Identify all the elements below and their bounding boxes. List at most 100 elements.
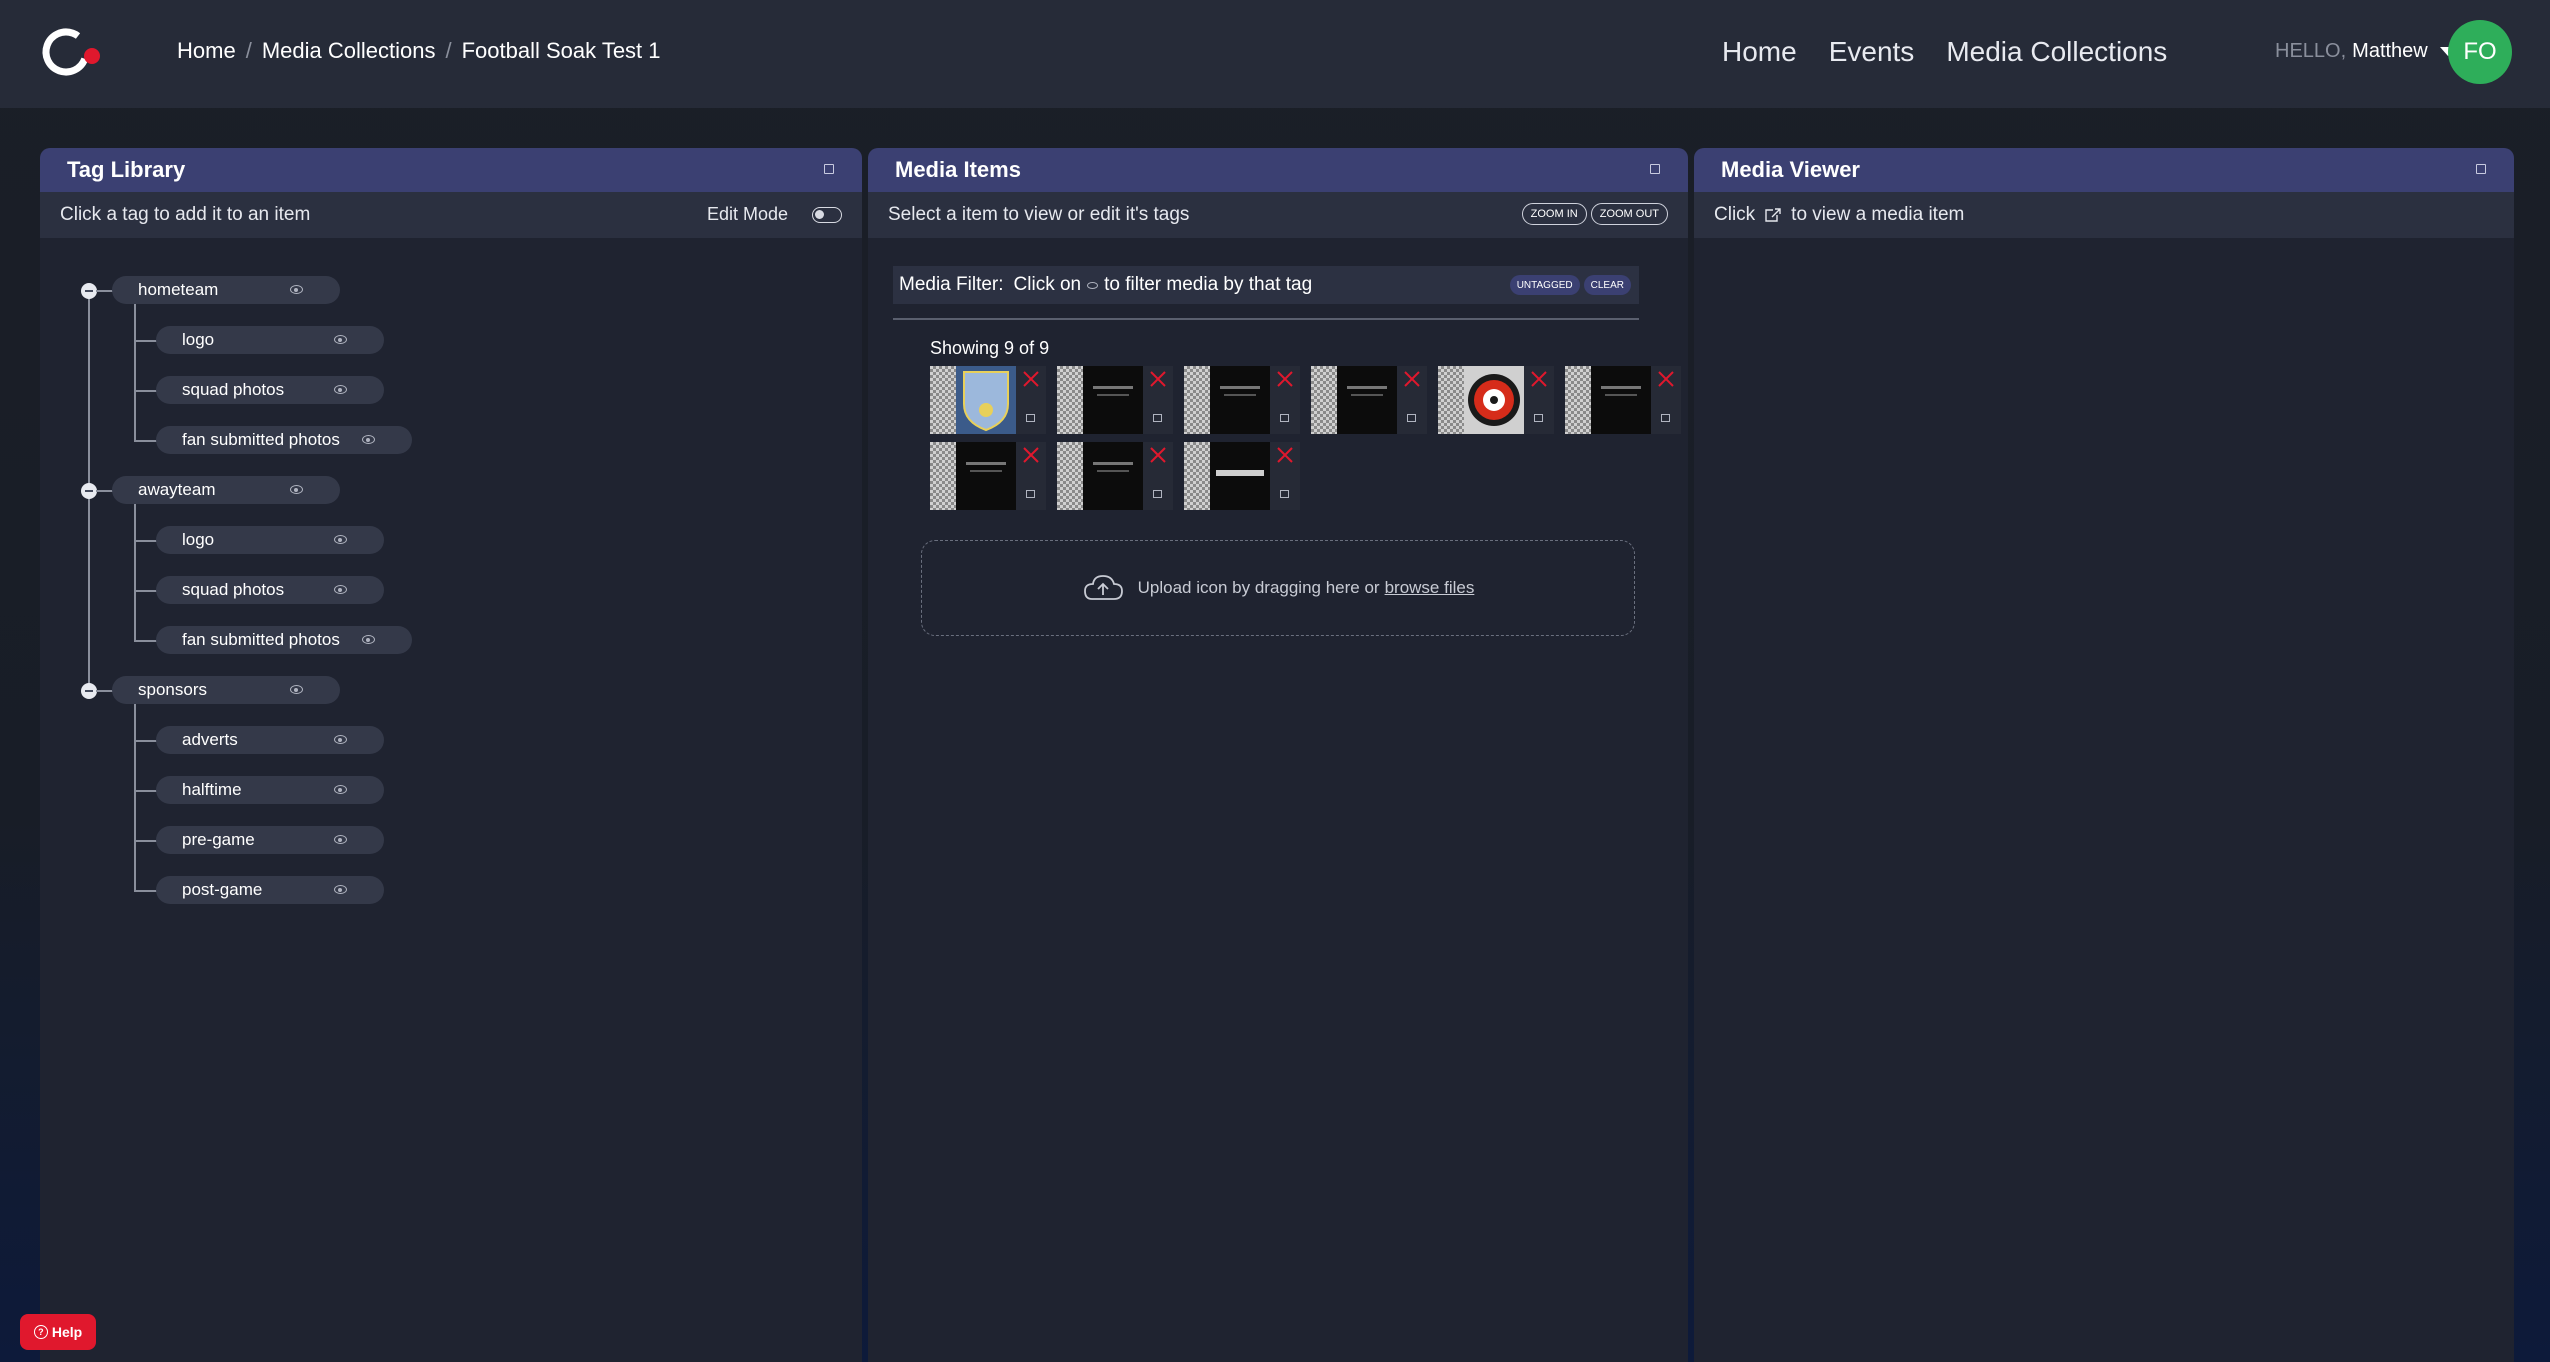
media-item[interactable] <box>1565 366 1681 434</box>
avatar[interactable]: FO <box>2448 20 2512 84</box>
tag-label: sponsors <box>138 680 207 699</box>
open-icon[interactable] <box>1280 414 1289 422</box>
open-icon[interactable] <box>1153 490 1162 498</box>
upload-dropzone[interactable]: Upload icon by dragging here or browse f… <box>921 540 1635 636</box>
delete-icon[interactable] <box>1656 369 1676 389</box>
tag-label: fan submitted photos <box>182 430 340 449</box>
media-item[interactable] <box>1311 366 1427 434</box>
tag-item-adverts[interactable]: adverts <box>156 726 384 754</box>
tag-item-post-game[interactable]: post-game <box>156 876 384 904</box>
media-items-hint: Select a item to view or edit it's tags <box>888 204 1190 225</box>
media-thumbnail <box>1210 442 1270 510</box>
collapse-icon[interactable] <box>81 483 97 499</box>
delete-icon[interactable] <box>1275 369 1295 389</box>
open-icon[interactable] <box>1407 414 1416 422</box>
eye-icon[interactable] <box>334 785 347 794</box>
help-icon: ? <box>33 1325 48 1339</box>
eye-icon[interactable] <box>334 385 347 394</box>
eye-icon[interactable] <box>334 885 347 894</box>
eye-icon[interactable] <box>290 485 303 494</box>
eye-icon[interactable] <box>334 335 347 344</box>
upload-text: Upload icon by dragging here or <box>1137 578 1380 597</box>
open-icon[interactable] <box>1280 490 1289 498</box>
panel-title: Media Viewer <box>1721 157 1860 182</box>
tag-group-sponsors[interactable]: sponsors <box>112 676 340 704</box>
eye-icon[interactable] <box>290 285 303 294</box>
breadcrumb-home[interactable]: Home <box>177 38 236 64</box>
tag-item-logo[interactable]: logo <box>156 526 384 554</box>
tag-item-pre-game[interactable]: pre-game <box>156 826 384 854</box>
open-icon[interactable] <box>1534 414 1543 422</box>
delete-icon[interactable] <box>1021 445 1041 465</box>
showing-count: Showing 9 of 9 <box>930 338 1050 358</box>
eye-icon[interactable] <box>290 685 303 694</box>
tag-label: logo <box>182 530 215 549</box>
tag-item-squad-photos[interactable]: squad photos <box>156 576 384 604</box>
tag-item-squad-photos[interactable]: squad photos <box>156 376 384 404</box>
media-thumbnail <box>956 366 1016 434</box>
media-thumbnail <box>1337 366 1397 434</box>
delete-icon[interactable] <box>1275 445 1295 465</box>
media-filter-bar: Media Filter: Click on to filter media b… <box>893 266 1639 304</box>
tag-item-logo[interactable]: logo <box>156 326 384 354</box>
clear-button[interactable]: CLEAR <box>1583 275 1631 295</box>
media-item[interactable] <box>1184 366 1300 434</box>
tag-label: halftime <box>182 780 242 799</box>
nav-media-collections[interactable]: Media Collections <box>1946 36 2167 68</box>
tag-library-hint: Click a tag to add it to an item <box>60 204 311 225</box>
media-item[interactable] <box>930 442 1046 510</box>
delete-icon[interactable] <box>1529 369 1549 389</box>
untagged-button[interactable]: UNTAGGED <box>1509 275 1580 295</box>
open-icon[interactable] <box>1026 490 1035 498</box>
media-item[interactable] <box>1184 442 1300 510</box>
breadcrumb-separator: / <box>245 38 252 63</box>
zoom-out-button[interactable]: ZOOM OUT <box>1590 203 1668 225</box>
filter-hint-pre: Click on <box>1013 274 1082 295</box>
tag-label: logo <box>182 330 215 349</box>
open-icon[interactable] <box>1026 414 1035 422</box>
minimize-icon[interactable] <box>824 164 834 174</box>
media-item[interactable] <box>1057 366 1173 434</box>
panel-subheader: Click to view a media item <box>1694 192 2514 238</box>
edit-mode-toggle[interactable] <box>812 206 842 223</box>
help-button[interactable]: ? Help <box>20 1314 96 1350</box>
collapse-icon[interactable] <box>81 283 97 299</box>
delete-icon[interactable] <box>1148 445 1168 465</box>
eye-icon[interactable] <box>334 535 347 544</box>
media-item[interactable] <box>1438 366 1554 434</box>
nav-home[interactable]: Home <box>1722 36 1797 68</box>
divider <box>893 318 1639 320</box>
user-name[interactable]: Matthew <box>2352 40 2428 63</box>
user-menu[interactable]: HELLO, Matthew <box>2275 40 2456 63</box>
tag-item-fan-submitted-photos[interactable]: fan submitted photos <box>156 626 412 654</box>
media-item[interactable] <box>1057 442 1173 510</box>
edit-mode-label: Edit Mode <box>706 204 788 224</box>
delete-icon[interactable] <box>1148 369 1168 389</box>
tag-label: squad photos <box>182 380 285 399</box>
tag-group-awayteam[interactable]: awayteam <box>112 476 340 504</box>
panel-header: Media Items <box>868 148 1688 192</box>
tag-item-fan-submitted-photos[interactable]: fan submitted photos <box>156 426 412 454</box>
app-logo-icon[interactable] <box>38 22 102 86</box>
browse-files-link[interactable]: browse files <box>1385 578 1475 598</box>
eye-icon[interactable] <box>334 735 347 744</box>
media-item[interactable] <box>930 366 1046 434</box>
tag-group-hometeam[interactable]: hometeam <box>112 276 340 304</box>
breadcrumb-media-collections[interactable]: Media Collections <box>262 38 436 64</box>
eye-icon[interactable] <box>362 635 375 644</box>
media-viewer-panel: Media Viewer Click to view a media item <box>1694 148 2514 1362</box>
eye-icon[interactable] <box>362 435 375 444</box>
minimize-icon[interactable] <box>2476 164 2486 174</box>
tag-label: hometeam <box>138 280 219 299</box>
tag-item-halftime[interactable]: halftime <box>156 776 384 804</box>
eye-icon[interactable] <box>334 585 347 594</box>
delete-icon[interactable] <box>1021 369 1041 389</box>
minimize-icon[interactable] <box>1650 164 1660 174</box>
zoom-in-button[interactable]: ZOOM IN <box>1521 203 1587 225</box>
eye-icon[interactable] <box>334 835 347 844</box>
delete-icon[interactable] <box>1402 369 1422 389</box>
open-icon[interactable] <box>1153 414 1162 422</box>
open-icon[interactable] <box>1661 414 1670 422</box>
nav-events[interactable]: Events <box>1829 36 1915 68</box>
collapse-icon[interactable] <box>81 683 97 699</box>
